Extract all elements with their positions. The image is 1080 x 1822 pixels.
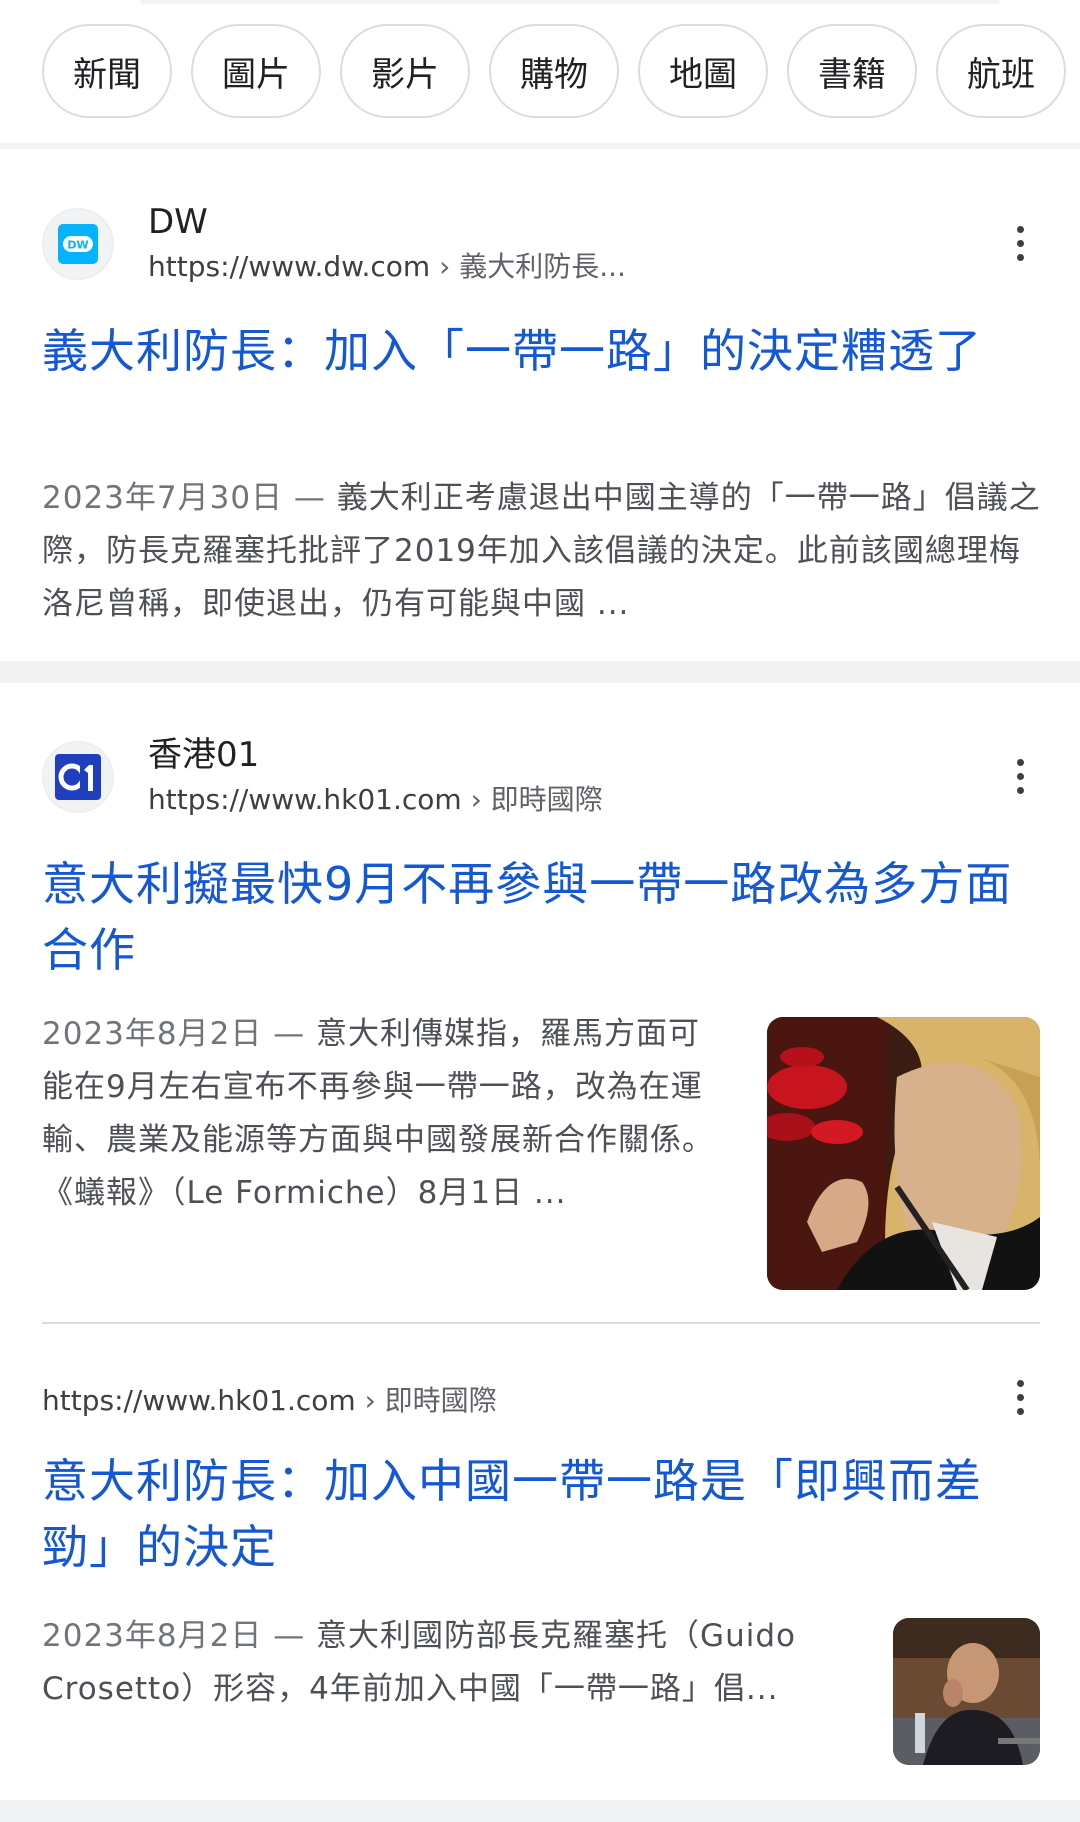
chip-videos[interactable]: 影片 (340, 24, 470, 118)
top-sheet-edge (140, 0, 1000, 4)
site-name: DW (148, 202, 208, 242)
result-title-link[interactable]: 意大利擬最快9月不再參與一帶一路改為多方面合作 (42, 851, 1042, 983)
search-result-hk01-2: https://www.hk01.com › 即時國際 意大利防長：加入中國一帶… (0, 1324, 1080, 1794)
hk01-logo-icon (42, 741, 114, 813)
result-source[interactable]: 香港01 https://www.hk01.com › 即時國際 (42, 735, 603, 819)
chip-shopping[interactable]: 購物 (489, 24, 619, 118)
result-separator (0, 661, 1080, 683)
site-url: https://www.hk01.com › 即時國際 (148, 783, 603, 816)
more-options-icon[interactable] (1010, 1380, 1030, 1415)
result-thumbnail[interactable] (767, 1017, 1040, 1290)
result-title-link[interactable]: 義大利防長：加入「一帶一路」的決定糟透了 (42, 318, 1032, 384)
chip-maps[interactable]: 地圖 (638, 24, 768, 118)
chip-images[interactable]: 圖片 (191, 24, 321, 118)
chip-books[interactable]: 書籍 (787, 24, 917, 118)
more-options-icon[interactable] (1010, 759, 1030, 794)
result-source[interactable]: DW DW https://www.dw.com › 義大利防長... (42, 202, 626, 286)
result-snippet: 2023年7月30日 — 義大利正考慮退出中國主導的「一帶一路」倡議之際，防長克… (42, 480, 1041, 622)
site-url[interactable]: https://www.hk01.com › 即時國際 (42, 1382, 497, 1420)
search-filter-chips: 新聞 圖片 影片 購物 地圖 書籍 航班 (42, 24, 1080, 120)
chip-news[interactable]: 新聞 (42, 24, 172, 118)
result-thumbnail[interactable] (893, 1618, 1040, 1765)
result-snippet: 2023年8月2日 — 意大利國防部長克羅塞托（Guido Crosetto）形… (42, 1618, 796, 1707)
chips-separator (0, 143, 1080, 149)
more-options-icon[interactable] (1010, 226, 1030, 261)
site-name: 香港01 (148, 735, 260, 775)
result-separator (0, 1800, 1080, 1822)
chip-flights[interactable]: 航班 (936, 24, 1066, 118)
search-result-dw: DW DW https://www.dw.com › 義大利防長... 義大利防… (0, 150, 1080, 660)
svg-text:DW: DW (67, 239, 88, 252)
dw-logo-icon: DW (42, 208, 114, 280)
site-url: https://www.dw.com › 義大利防長... (148, 250, 626, 283)
search-result-hk01-1: 香港01 https://www.hk01.com › 即時國際 意大利擬最快9… (0, 683, 1080, 1323)
result-title-link[interactable]: 意大利防長：加入中國一帶一路是「即興而差勁」的決定 (42, 1448, 1032, 1580)
result-snippet: 2023年8月2日 — 意大利傳媒指，羅馬方面可能在9月左右宣布不再參與一帶一路… (42, 1016, 714, 1211)
